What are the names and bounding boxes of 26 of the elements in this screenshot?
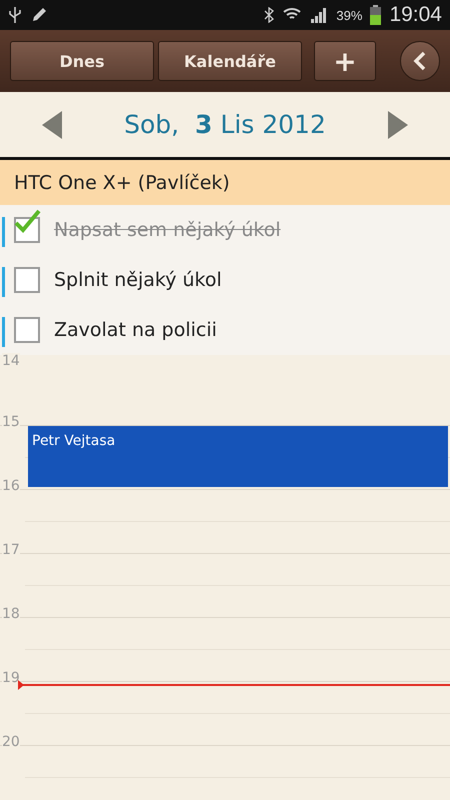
task-title[interactable]: Splnit nějaký úkol — [54, 269, 222, 291]
previous-day-button[interactable] — [42, 110, 62, 138]
usb-icon — [8, 6, 22, 24]
date-title: Sob, 3 Lis 2012 — [124, 110, 326, 139]
battery-percent: 39% — [336, 8, 362, 22]
task-title[interactable]: Zavolat na policii — [54, 319, 217, 341]
task-checkbox[interactable] — [14, 317, 40, 343]
back-button[interactable] — [400, 41, 440, 81]
clock: 19:04 — [389, 3, 442, 27]
task-group-title: HTC One X+ (Pavlíček) — [14, 172, 230, 194]
calendar-event[interactable]: Petr Vejtasa — [28, 426, 448, 487]
task-checkbox[interactable] — [14, 267, 40, 293]
event-title: Petr Vejtasa — [32, 433, 116, 449]
current-time-marker-icon — [18, 680, 24, 690]
task-accent-bar — [2, 317, 5, 347]
task-accent-bar — [2, 267, 5, 297]
bluetooth-icon — [264, 7, 274, 23]
toolbar-button[interactable]: Kalendáře — [158, 41, 302, 81]
pencil-icon — [30, 6, 48, 24]
toolbar-button[interactable]: Dnes — [10, 41, 154, 81]
add-button[interactable]: + — [314, 41, 376, 81]
signal-icon — [310, 6, 328, 24]
battery-icon — [370, 5, 382, 25]
task-accent-bar — [2, 217, 5, 247]
next-day-button[interactable] — [388, 110, 408, 138]
chevron-left-icon — [413, 51, 427, 71]
